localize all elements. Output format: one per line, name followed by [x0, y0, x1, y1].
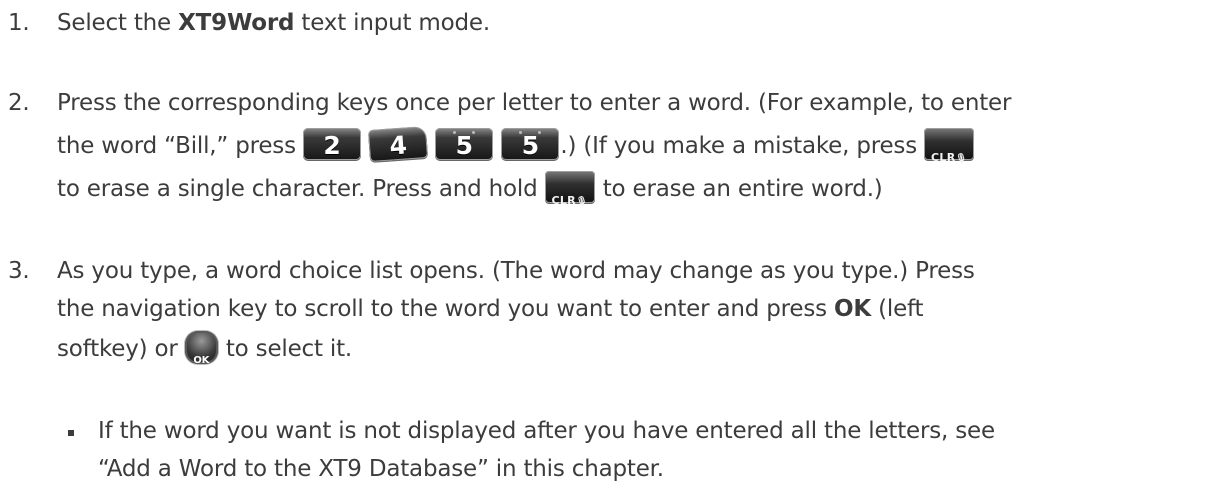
- bullet-line: “Add a Word to the XT9 Database” in this…: [98, 456, 664, 482]
- step-text-part: to select it.: [218, 336, 353, 362]
- step-text: As you type, a word choice list opens. (…: [57, 252, 975, 370]
- mode-name: XT9Word: [178, 10, 295, 36]
- bullet-text: If the word you want is not displayed af…: [98, 412, 995, 488]
- clr-key-label: CLR🎙: [924, 136, 974, 181]
- key-5-icon: 5 JKL: [501, 128, 560, 174]
- bullet-line: If the word you want is not displayed af…: [98, 418, 995, 444]
- step-text-part: to erase an entire word.): [595, 176, 883, 202]
- key-5-icon: 5 JKL: [435, 128, 494, 174]
- step-text-part: (left: [871, 296, 924, 322]
- step-text: Select the XT9Word text input mode.: [57, 2, 490, 45]
- step-line: Press the corresponding keys once per le…: [57, 90, 1012, 116]
- ok-key-label: OK: [193, 355, 210, 366]
- ok-key-icon: OK: [184, 331, 218, 366]
- clr-key-icon: CLR🎙: [924, 128, 975, 164]
- microphone-icon: 🎙: [955, 154, 968, 164]
- step-line: softkey) or OK to select it.: [57, 328, 975, 370]
- key-letters: JKL: [456, 165, 472, 174]
- key-letters: GHI: [391, 164, 409, 175]
- microphone-icon: 🎙: [575, 197, 588, 207]
- key-letters: ABC: [322, 165, 342, 174]
- step-line: As you type, a word choice list opens. (…: [57, 258, 975, 284]
- key-4-icon: 4 GHI: [368, 126, 429, 175]
- step-number: 3.: [8, 258, 30, 284]
- key-2-icon: 2 ABC: [302, 128, 361, 174]
- step-number: 2.: [8, 90, 30, 116]
- clr-key-label: CLR🎙: [545, 179, 595, 224]
- step-text-part: .) (If you make a mistake, press: [560, 133, 925, 159]
- step-line: the navigation key to scroll to the word…: [57, 290, 975, 328]
- step-line: the word “Bill,” press 2 ABC 4 GHI 5 JKL 5J…: [57, 125, 1011, 175]
- step-text-part: text input mode.: [294, 10, 490, 36]
- clr-text: CLR: [551, 194, 576, 207]
- step-number: 1.: [8, 10, 30, 36]
- ok-label: OK: [834, 296, 872, 322]
- bullet-square-icon: [68, 430, 74, 436]
- step-text-part: the navigation key to scroll to the word…: [57, 296, 835, 322]
- instruction-page: 1. Select the XT9Word text input mode. 2…: [0, 0, 1213, 495]
- step-text-part: softkey) or: [57, 336, 185, 362]
- clr-text: CLR: [931, 151, 956, 164]
- step-text-part: the word “Bill,” press: [57, 133, 303, 159]
- step-text: Press the corresponding keys once per le…: [57, 82, 1011, 211]
- clr-key-icon: CLR🎙: [544, 171, 595, 207]
- step-text-part: Select the: [57, 10, 179, 36]
